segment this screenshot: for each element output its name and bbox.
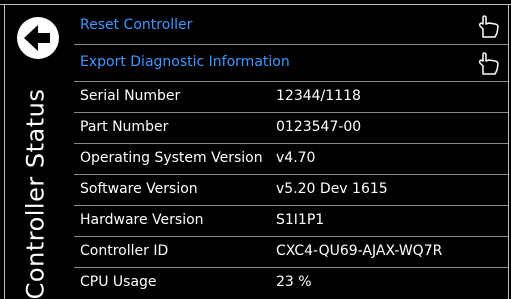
info-key: Operating System Version (80, 150, 263, 166)
info-row-serial-number: Serial Number 12344/1118 (74, 82, 508, 113)
info-key: Software Version (80, 181, 198, 197)
status-list: Reset Controller Export Diagnostic Infor… (74, 6, 508, 299)
hand-pointer-icon[interactable] (478, 14, 500, 38)
export-diagnostic-label: Export Diagnostic Information (80, 54, 290, 70)
back-arrow-icon[interactable] (16, 16, 60, 60)
info-value: v5.20 Dev 1615 (276, 181, 388, 197)
info-key: Hardware Version (80, 212, 204, 228)
info-key: CPU Usage (80, 274, 157, 290)
frame-top-line (0, 4, 511, 5)
reset-controller-button[interactable]: Reset Controller (74, 6, 508, 45)
info-value: v4.70 (276, 150, 316, 166)
export-diagnostic-button[interactable]: Export Diagnostic Information (74, 45, 508, 82)
info-value: CXC4-QU69-AJAX-WQ7R (276, 243, 443, 259)
sidebar: Controller Status (0, 0, 72, 299)
info-row-software-version: Software Version v5.20 Dev 1615 (74, 175, 508, 206)
info-row-controller-id: Controller ID CXC4-QU69-AJAX-WQ7R (74, 237, 508, 268)
info-value: 12344/1118 (276, 88, 361, 104)
frame-right-line (508, 4, 509, 299)
page-title: Controller Status (21, 88, 50, 299)
controller-status-screen: Controller Status Reset Controller Expor… (0, 0, 511, 299)
info-row-os-version: Operating System Version v4.70 (74, 144, 508, 175)
info-row-part-number: Part Number 0123547-00 (74, 113, 508, 144)
reset-controller-label: Reset Controller (80, 17, 193, 33)
info-key: Part Number (80, 119, 169, 135)
info-key: Controller ID (80, 243, 169, 259)
info-value: S1I1P1 (276, 212, 325, 228)
hand-pointer-icon[interactable] (478, 51, 500, 75)
info-key: Serial Number (80, 88, 181, 104)
info-value: 0123547-00 (276, 119, 362, 135)
info-value: 23 % (276, 274, 312, 290)
info-row-cpu-usage: CPU Usage 23 % (74, 268, 508, 299)
info-row-hardware-version: Hardware Version S1I1P1 (74, 206, 508, 237)
sidebar-title-container: Controller Status (4, 88, 66, 299)
